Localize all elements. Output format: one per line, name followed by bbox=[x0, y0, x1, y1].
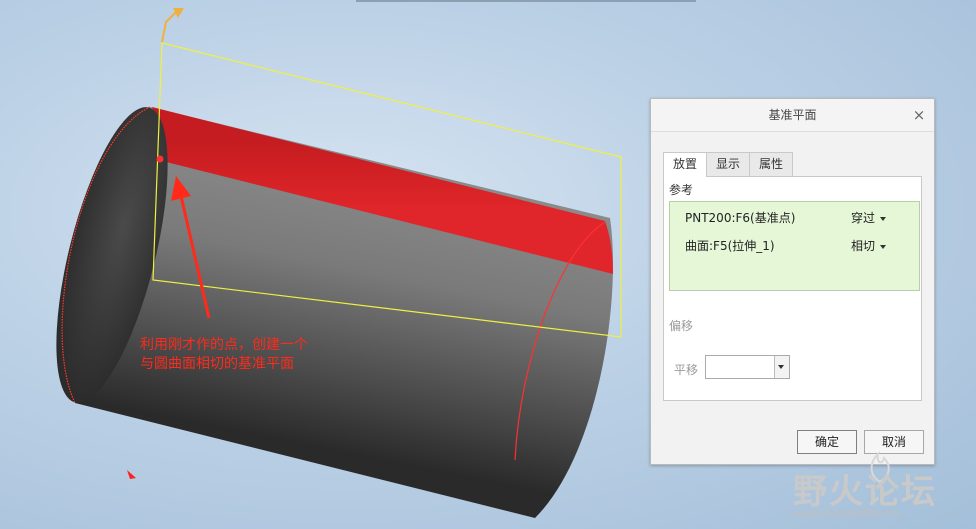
reference-constraint-dropdown[interactable]: 相切 bbox=[851, 236, 887, 256]
forum-watermark: 野火论坛 www.proewildfire.cn bbox=[790, 444, 976, 529]
references-label: 参考 bbox=[669, 183, 694, 197]
reference-constraint-label: 相切 bbox=[851, 239, 876, 253]
list-item[interactable]: PNT200:F6(基准点) 穿过 bbox=[670, 208, 919, 228]
axis-arrow-icon bbox=[161, 9, 179, 43]
reference-name: PNT200:F6(基准点) bbox=[685, 211, 796, 225]
dialog-title-bar[interactable]: 基准平面 × bbox=[651, 99, 934, 132]
translate-value-combo[interactable] bbox=[705, 355, 790, 379]
watermark-url: www.proewildfire.cn bbox=[792, 506, 899, 520]
chevron-down-icon bbox=[778, 365, 784, 369]
translate-label: 平移 bbox=[674, 363, 699, 377]
references-list[interactable]: PNT200:F6(基准点) 穿过 曲面:F5(拉伸_1) 相切 bbox=[669, 201, 920, 291]
annotation-line-2: 与圆曲面相切的基准平面 bbox=[140, 356, 294, 372]
list-item[interactable]: 曲面:F5(拉伸_1) 相切 bbox=[670, 236, 919, 256]
dialog-tabs: 放置 显示 属性 bbox=[663, 152, 794, 177]
coordinate-marker-icon bbox=[127, 470, 136, 479]
datum-plane-dialog: 基准平面 × 放置 显示 属性 参考 PNT200:F6(基准点) 穿过 曲面:… bbox=[650, 98, 935, 465]
annotation-line-1: 利用刚才作的点，创建一个 bbox=[140, 337, 308, 353]
reference-constraint-dropdown[interactable]: 穿过 bbox=[851, 208, 887, 228]
datum-point-marker bbox=[156, 155, 164, 163]
combo-dropdown-button[interactable] bbox=[774, 356, 789, 378]
chevron-down-icon bbox=[880, 216, 887, 221]
annotation-text: 利用刚才作的点，创建一个 与圆曲面相切的基准平面 bbox=[140, 336, 360, 374]
tab-placement[interactable]: 放置 bbox=[663, 152, 708, 177]
reference-name: 曲面:F5(拉伸_1) bbox=[685, 239, 775, 253]
tab-properties[interactable]: 属性 bbox=[749, 152, 794, 176]
offset-label: 偏移 bbox=[669, 319, 694, 333]
tab-display[interactable]: 显示 bbox=[706, 152, 751, 176]
reference-constraint-label: 穿过 bbox=[851, 211, 876, 225]
close-icon[interactable]: × bbox=[912, 99, 926, 131]
dialog-title: 基准平面 bbox=[768, 108, 817, 122]
placement-panel: 参考 PNT200:F6(基准点) 穿过 曲面:F5(拉伸_1) 相切 偏移 平… bbox=[663, 176, 922, 401]
chevron-down-icon bbox=[880, 244, 887, 249]
